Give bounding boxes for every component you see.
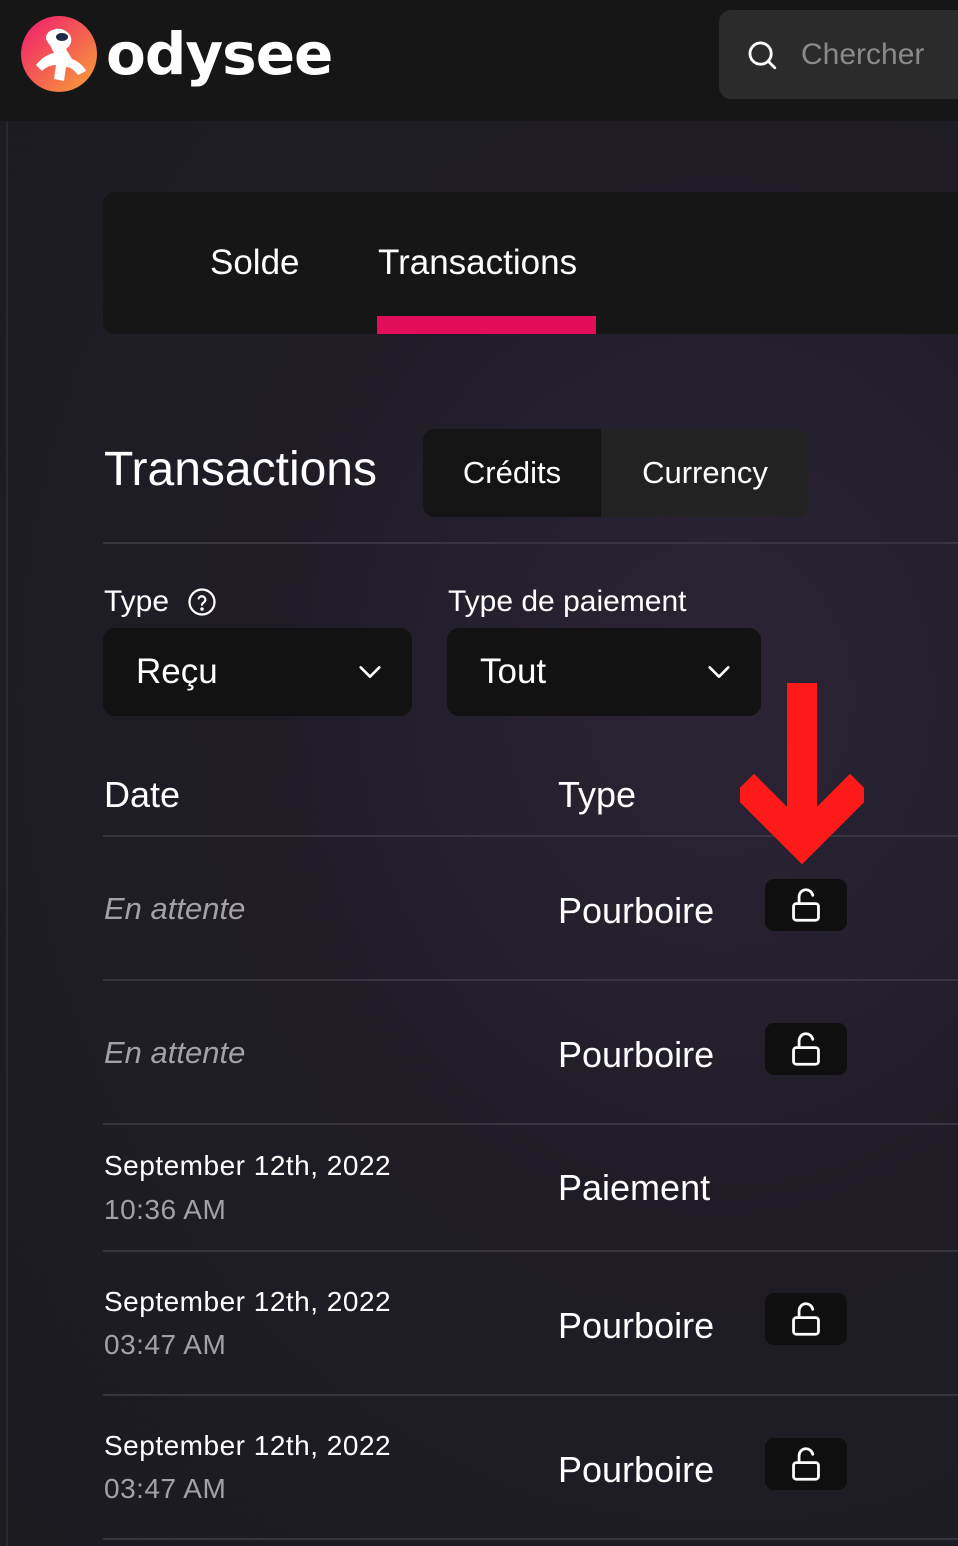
- unlock-button[interactable]: [765, 879, 847, 931]
- row-type: Pourboire: [558, 1305, 715, 1346]
- red-arrow-down-icon: [740, 683, 864, 865]
- type-filter-label-text: Type: [104, 585, 170, 618]
- search-icon: [748, 41, 777, 69]
- unlock-icon: [792, 1302, 820, 1336]
- help-circle-icon[interactable]: [187, 587, 217, 617]
- column-header-date: Date: [104, 774, 181, 815]
- unlock-button[interactable]: [765, 1293, 847, 1345]
- section-title: Transactions: [104, 443, 377, 496]
- top-bar: odysee: [0, 0, 958, 121]
- payment-select-value: Tout: [480, 652, 547, 691]
- divider: [103, 542, 958, 544]
- row-time: 03:47 AM: [104, 1329, 227, 1360]
- column-header-type: Type: [558, 774, 637, 815]
- row-time: 03:47 AM: [104, 1473, 227, 1504]
- search-bar[interactable]: [719, 10, 958, 99]
- row-type: Pourboire: [558, 1449, 715, 1490]
- row-date: En attente: [104, 891, 246, 926]
- type-select[interactable]: Reçu: [103, 628, 412, 716]
- divider: [103, 1123, 958, 1125]
- toggle-currency[interactable]: Currency: [601, 429, 809, 517]
- chevron-down-icon: [708, 666, 730, 678]
- divider: [103, 1538, 958, 1540]
- logo-wordmark: odysee: [106, 20, 333, 88]
- row-date: En attente: [104, 1035, 246, 1070]
- odysee-logo[interactable]: odysee: [20, 15, 333, 93]
- divider: [103, 1250, 958, 1252]
- odysee-astronaut-icon: [21, 16, 97, 92]
- row-type: Pourboire: [558, 1034, 715, 1075]
- unlock-icon: [792, 1447, 820, 1481]
- type-filter-label: Type: [104, 585, 217, 619]
- row-date: September 12th, 2022: [104, 1150, 392, 1181]
- row-type: Pourboire: [558, 890, 715, 931]
- tab-solde[interactable]: Solde: [210, 192, 300, 334]
- unlock-icon: [792, 1032, 820, 1066]
- wallet-tabs: Solde Transactions: [103, 192, 958, 334]
- chevron-down-icon: [359, 666, 381, 678]
- unlock-icon: [792, 888, 820, 922]
- payment-filter-label: Type de paiement: [448, 585, 687, 618]
- divider: [103, 1394, 958, 1396]
- row-date: September 12th, 2022: [104, 1430, 392, 1461]
- row-time: 10:36 AM: [104, 1194, 227, 1225]
- divider: [103, 979, 958, 981]
- row-type: Paiement: [558, 1167, 711, 1208]
- currency-toggle: Crédits Currency: [423, 429, 809, 517]
- toggle-credits[interactable]: Crédits: [423, 429, 601, 517]
- search-input[interactable]: [799, 36, 958, 73]
- type-select-value: Reçu: [136, 652, 218, 691]
- row-date: September 12th, 2022: [104, 1286, 392, 1317]
- unlock-button[interactable]: [765, 1438, 847, 1490]
- unlock-button[interactable]: [765, 1023, 847, 1075]
- payment-type-select[interactable]: Tout: [447, 628, 761, 716]
- active-tab-indicator: [377, 316, 596, 334]
- tab-transactions[interactable]: Transactions: [378, 192, 577, 334]
- sidebar-edge: [6, 121, 8, 1546]
